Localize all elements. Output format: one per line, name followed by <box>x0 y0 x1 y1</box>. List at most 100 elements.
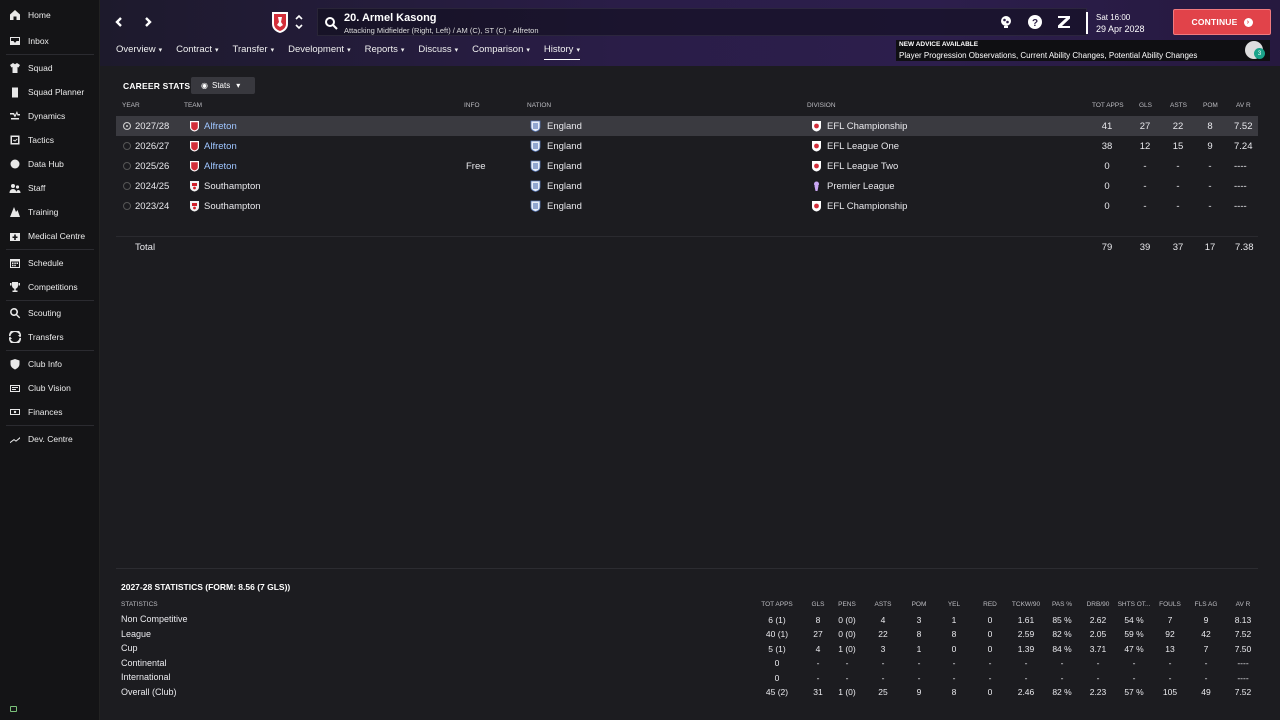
col-header-stat[interactable]: POM <box>902 601 936 608</box>
player-search-bar[interactable]: 20. Armel Kasong Attacking Midfielder (R… <box>317 8 1087 36</box>
stat-value: ---- <box>1237 672 1249 683</box>
tab-contract[interactable]: Contract ▾ <box>176 44 218 60</box>
col-header-stat[interactable]: ASTS <box>866 601 900 608</box>
row-radio[interactable] <box>123 122 131 130</box>
row-radio[interactable] <box>123 142 131 150</box>
sidebar-item-medical-centre[interactable]: Medical Centre <box>0 225 100 247</box>
stats-view-dropdown[interactable]: ◉ Stats ▾ <box>191 77 255 94</box>
col-header-nation[interactable]: NATION <box>527 102 551 109</box>
stat-value: 1 <box>951 614 957 625</box>
col-header-gls[interactable]: GLS <box>1139 102 1152 109</box>
tab-discuss[interactable]: Discuss ▾ <box>418 44 458 60</box>
fm-logo-icon[interactable] <box>998 14 1014 30</box>
team-link[interactable]: Southampton <box>204 181 261 192</box>
stat-value: - <box>988 658 992 668</box>
col-header-stat[interactable]: SHTS OT... <box>1117 601 1151 608</box>
sidebar-item-staff[interactable]: Staff <box>0 177 100 199</box>
sidebar-item-inbox[interactable]: Inbox <box>0 30 100 52</box>
continue-button[interactable]: CONTINUE › <box>1173 9 1271 35</box>
col-header-asts[interactable]: ASTS <box>1170 102 1187 109</box>
sidebar-item-squad[interactable]: Squad <box>0 57 100 79</box>
apps-cell: 0 <box>1104 201 1110 212</box>
col-header-division[interactable]: DIVISION <box>807 102 836 109</box>
col-header-team[interactable]: TEAM <box>184 102 202 109</box>
chevron-down-icon: ▾ <box>158 47 163 54</box>
sidebar-item-tactics[interactable]: Tactics <box>0 129 100 151</box>
sidebar-item-transfers[interactable]: Transfers <box>0 326 100 348</box>
sidebar-item-scouting[interactable]: Scouting <box>0 302 100 324</box>
table-row[interactable]: 2026/27 Alfreton England EFL League One … <box>116 136 1258 156</box>
sidebar-item-data-hub[interactable]: Data Hub <box>0 153 100 175</box>
stat-value: - <box>1132 672 1136 683</box>
row-radio[interactable] <box>123 162 131 170</box>
table-row[interactable]: 2024/25 Southampton England Premier Leag… <box>116 176 1258 196</box>
sidebar-item-dynamics[interactable]: Dynamics <box>0 105 100 127</box>
efl-badge-icon <box>812 121 821 132</box>
col-header-stat[interactable]: FOULS <box>1153 601 1187 608</box>
sidebar-item-schedule[interactable]: Schedule <box>0 252 100 274</box>
col-header-stat[interactable]: PENS <box>830 601 864 608</box>
sidebar-item-training[interactable]: Training <box>0 201 100 223</box>
team-link[interactable]: Southampton <box>204 201 261 212</box>
col-header-stat[interactable]: RED <box>973 601 1007 608</box>
team-link[interactable]: Alfreton <box>204 141 237 152</box>
col-header-statistics[interactable]: STATISTICS <box>121 601 158 608</box>
tab-comparison[interactable]: Comparison ▾ <box>472 44 530 60</box>
table-row[interactable]: 2027/28 Alfreton England EFL Championshi… <box>116 116 1258 136</box>
forward-button[interactable] <box>138 12 158 32</box>
sidebar-item-dev-centre[interactable]: Dev. Centre <box>0 428 100 450</box>
tab-overview[interactable]: Overview ▾ <box>116 44 162 60</box>
tab-history[interactable]: History ▾ <box>543 44 580 60</box>
division-link[interactable]: EFL League Two <box>827 161 898 172</box>
sidebar-item-label: Finances <box>28 407 63 417</box>
team-link[interactable]: Alfreton <box>204 161 237 172</box>
col-header-stat[interactable]: FLS AG <box>1189 601 1223 608</box>
sidebar-item-finances[interactable]: Finances <box>0 401 100 423</box>
advice-text: Player Progression Observations, Current… <box>899 51 1198 60</box>
tab-transfer[interactable]: Transfer ▾ <box>233 44 275 60</box>
col-header-year[interactable]: YEAR <box>122 102 140 109</box>
division-link[interactable]: EFL Championship <box>827 121 907 132</box>
col-header-stat[interactable]: TOT APPS <box>760 601 794 608</box>
col-header-stat[interactable]: AV R <box>1226 601 1260 608</box>
chevron-down-icon: ▾ <box>454 47 459 54</box>
sidebar-item-home[interactable]: Home <box>0 4 100 26</box>
col-header-avr[interactable]: AV R <box>1236 102 1251 109</box>
info-cell: Free <box>466 161 486 172</box>
club-badge-icon[interactable] <box>270 10 290 34</box>
sidebar-item-club-vision[interactable]: Club Vision <box>0 377 100 399</box>
sidebar-item-club-info[interactable]: Club Info <box>0 353 100 375</box>
finances-icon <box>8 405 22 419</box>
sidebar-item-squad-planner[interactable]: Squad Planner <box>0 81 100 103</box>
team-link[interactable]: Alfreton <box>204 121 237 132</box>
help-icon[interactable]: ? <box>1027 14 1043 30</box>
col-header-stat[interactable]: DRB/90 <box>1081 601 1115 608</box>
tab-development[interactable]: Development ▾ <box>288 44 351 60</box>
table-row[interactable]: 2025/26 Alfreton Free England EFL League… <box>116 156 1258 176</box>
advice-notification[interactable]: NEW ADVICE AVAILABLE Player Progression … <box>896 40 1270 61</box>
sidebar-item-competitions[interactable]: Competitions <box>0 276 100 298</box>
club-switch-icon[interactable] <box>294 12 304 32</box>
row-radio[interactable] <box>123 202 131 210</box>
division-link[interactable]: EFL Championship <box>827 201 907 212</box>
division-link[interactable]: EFL League One <box>827 141 899 152</box>
col-header-pom[interactable]: POM <box>1203 102 1218 109</box>
division-link[interactable]: Premier League <box>827 181 895 192</box>
pom-cell: 9 <box>1207 141 1213 152</box>
col-header-stat[interactable]: PAS % <box>1045 601 1079 608</box>
alfreton-badge-icon <box>190 121 199 132</box>
chevron-down-icon: ▾ <box>270 47 275 54</box>
col-header-apps[interactable]: TOT APPS <box>1092 102 1124 109</box>
col-header-info[interactable]: INFO <box>464 102 480 109</box>
row-radio[interactable] <box>123 182 131 190</box>
tab-reports[interactable]: Reports ▾ <box>365 44 405 60</box>
arrow-right-circle-icon: › <box>1243 17 1253 27</box>
stat-value: - <box>1024 658 1028 668</box>
col-header-stat[interactable]: YEL <box>937 601 971 608</box>
back-button[interactable] <box>109 12 129 32</box>
table-row[interactable]: 2023/24 Southampton England EFL Champion… <box>116 196 1258 216</box>
chevron-down-icon: ▾ <box>236 81 241 90</box>
col-header-stat[interactable]: TCKW/90 <box>1009 601 1043 608</box>
z-logo-icon[interactable] <box>1056 14 1072 30</box>
trophy-icon <box>8 280 22 294</box>
